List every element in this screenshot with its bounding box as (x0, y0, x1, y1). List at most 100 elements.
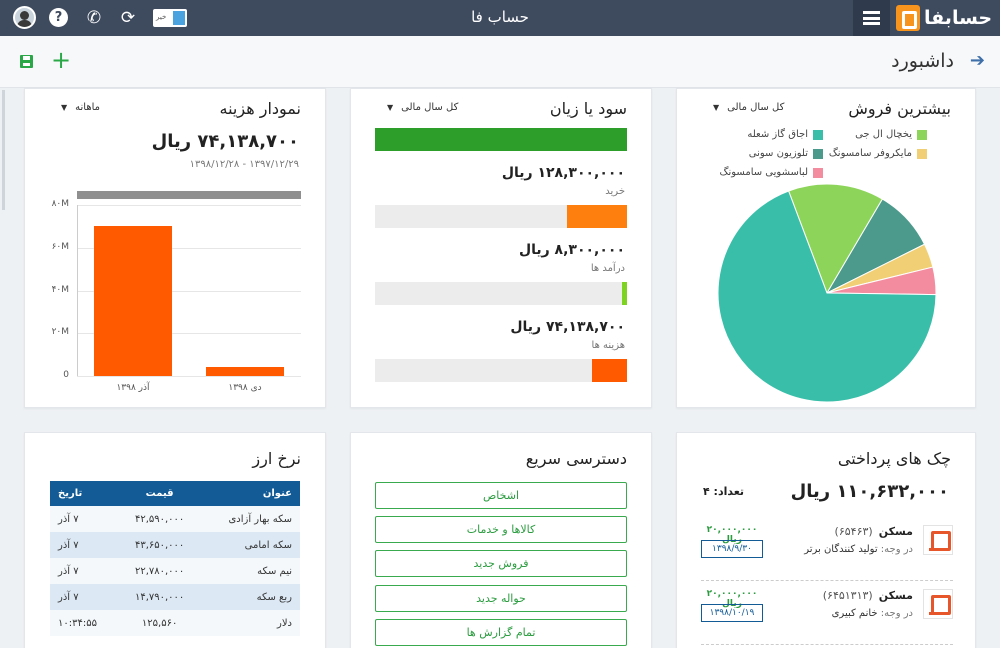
payee-name: تولید کنندگان برتر (804, 544, 878, 555)
table-row: نیم سکه ۲۲,۷۸۰,۰۰۰ ۷ آذر (50, 558, 300, 584)
cell-date: ۱۰:۳۴:۵۵ (50, 610, 119, 636)
checks-total: ۱۱۰,۶۳۲,۰۰۰ ریال (790, 481, 949, 502)
y-tick-label: ۲۰M (51, 327, 69, 338)
expense-total: ۷۴,۱۳۸,۷۰۰ ریال (151, 131, 299, 152)
income-amount: ۸,۳۰۰,۰۰۰ ریال (518, 242, 625, 258)
period-dropdown[interactable]: کل سال مالی ▼ (387, 102, 458, 113)
table-row: سکه امامی ۴۳,۶۵۰,۰۰۰ ۷ آذر (50, 532, 300, 558)
app-title: حساب فا (471, 8, 529, 26)
currency-card: نرخ ارز عنوان قیمت تاریخ سکه بهار آزادی … (24, 432, 326, 648)
logo-text: حسابفا (924, 7, 993, 29)
card-title: دسترسی سریع (525, 449, 627, 468)
expense-label: هزینه ها (591, 340, 625, 351)
top-bar: ? ✆ ⟳ خیر حساب فا حسابفا (0, 0, 1000, 36)
cell-price: ۲۲,۷۸۰,۰۰۰ (118, 558, 201, 584)
new-sale-button[interactable]: فروش جدید (375, 550, 627, 577)
payment-checks-card: چک های پرداختی ۱۱۰,۶۳۲,۰۰۰ ریال تعداد: ۴… (676, 432, 976, 648)
x-tick-label: آذر ۱۳۹۸ (116, 383, 150, 393)
legend-swatch (813, 130, 823, 140)
y-tick-label: 0 (63, 370, 69, 380)
menu-icon (863, 11, 880, 25)
gridline (77, 205, 301, 206)
page-title: داشبورد (891, 50, 954, 72)
bank-logo-icon (923, 525, 953, 555)
check-date: ۱۳۹۸/۹/۳۰ (701, 540, 763, 558)
cell-date: ۷ آذر (50, 558, 119, 584)
products-services-button[interactable]: کالاها و خدمات (375, 516, 627, 543)
toggle-label: خیر (156, 13, 167, 21)
bar[interactable] (93, 226, 173, 376)
card-title: چک های پرداختی (837, 449, 951, 468)
cell-price: ۱۴,۷۹۰,۰۰۰ (118, 584, 201, 610)
purchase-bar (375, 205, 627, 228)
profit-card: سود یا زیان کل سال مالی ▼ ۱۲۸,۳۰۰,۰۰۰ ریا… (350, 88, 652, 408)
cell-title: سکه امامی (200, 532, 300, 558)
legend-swatch (917, 130, 927, 140)
cell-price: ۴۳,۶۵۰,۰۰۰ (118, 532, 201, 558)
cell-title: سکه بهار آزادی (200, 506, 300, 532)
table-header-row: عنوان قیمت تاریخ (50, 481, 300, 506)
sales-pie-chart (717, 183, 937, 403)
card-title: سود یا زیان (549, 99, 627, 118)
table-row: دلار ۱۲۵,۵۶۰ ۱۰:۳۴:۵۵ (50, 610, 300, 636)
card-title: نرخ ارز (252, 449, 301, 468)
payee-name: خانم کبیری (831, 608, 878, 619)
phone-icon[interactable]: ✆ (84, 8, 104, 28)
expense-chart-card: نمودار هزینه ماهانه ▼ ۷۴,۱۳۸,۷۰۰ ریال ۱۳۹… (24, 88, 326, 408)
y-tick-label: ۴۰M (51, 284, 69, 295)
check-date: ۱۳۹۸/۱۰/۱۹ (701, 604, 763, 622)
toggle-knob (173, 11, 185, 25)
check-item[interactable]: مسکن(۶۵۴۶۳) در وجه: تولید کنندگان برتر ۲… (701, 519, 953, 581)
income-label: درآمد ها (590, 263, 625, 274)
expense-bar-fill (591, 359, 627, 382)
toggle-switch[interactable]: خیر (153, 9, 187, 27)
column-header-title: عنوان (200, 481, 300, 506)
card-title: نمودار هزینه (219, 99, 301, 118)
purchase-amount: ۱۲۸,۳۰۰,۰۰۰ ریال (501, 165, 625, 181)
expense-bar (375, 359, 627, 382)
check-payee: در وجه: تولید کنندگان برتر (804, 544, 913, 555)
cell-price: ۴۲,۵۹۰,۰۰۰ (118, 506, 201, 532)
add-icon[interactable]: + (51, 48, 71, 72)
all-reports-button[interactable]: تمام گزارش ها (375, 619, 627, 646)
persons-button[interactable]: اشخاص (375, 482, 627, 509)
cell-date: ۷ آذر (50, 532, 119, 558)
cell-price: ۱۲۵,۵۶۰ (118, 610, 201, 636)
bank-name: مسکن (878, 589, 913, 602)
legend-label: اجاق گاز شعله (747, 129, 808, 140)
x-tick-label: دی ۱۳۹۸ (228, 383, 262, 393)
checks-count: تعداد: ۴ (703, 485, 745, 498)
date-range: ۱۳۹۷/۱۲/۲۹ - ۱۳۹۸/۱۲/۲۸ (189, 159, 299, 170)
avatar[interactable] (13, 6, 36, 29)
scrollbar[interactable] (2, 90, 5, 210)
table-row: ربع سکه ۱۴,۷۹۰,۰۰۰ ۷ آذر (50, 584, 300, 610)
legend-label: مایکروفر سامسونگ (828, 148, 912, 159)
income-bar (375, 282, 627, 305)
help-icon[interactable]: ? (49, 8, 68, 27)
check-bank: مسکن (۶۴۵۱۳۱۳) (823, 589, 913, 602)
legend-label: تلوزیون سونی (748, 148, 808, 159)
quick-access-card: دسترسی سریع اشخاص کالاها و خدمات فروش جد… (350, 432, 652, 648)
new-remittance-button[interactable]: حواله جدید (375, 585, 627, 612)
page-header: + داشبورد ➔ (0, 36, 1000, 88)
check-number: (۶۵۴۶۳) (834, 525, 873, 538)
save-icon[interactable] (20, 55, 33, 68)
payee-label: در وجه: (880, 544, 913, 555)
income-bar-fill (621, 282, 627, 305)
profit-summary-bar (375, 128, 627, 151)
purchase-label: خرید (605, 186, 625, 197)
period-dropdown[interactable]: ماهانه ▼ (61, 102, 100, 113)
menu-button[interactable] (853, 0, 890, 36)
logo-mark (896, 5, 920, 31)
arrow-right-icon[interactable]: ➔ (970, 50, 985, 71)
legend-label: لباسشویی سامسونگ (719, 167, 808, 178)
refresh-icon[interactable]: ⟳ (118, 8, 138, 28)
gridline (77, 376, 301, 377)
check-item[interactable]: مسکن(۶۴۵۱۳۱۳) در وجه: خانم کبیری ۲۰,۰۰۰,… (701, 583, 953, 645)
period-value: ماهانه (75, 102, 101, 113)
check-bank: مسکن (۶۵۴۶۳) (835, 525, 913, 538)
y-tick-label: ۶۰M (51, 241, 69, 252)
legend-swatch (813, 168, 823, 178)
logo: حسابفا (896, 4, 996, 32)
bar[interactable] (205, 367, 285, 376)
